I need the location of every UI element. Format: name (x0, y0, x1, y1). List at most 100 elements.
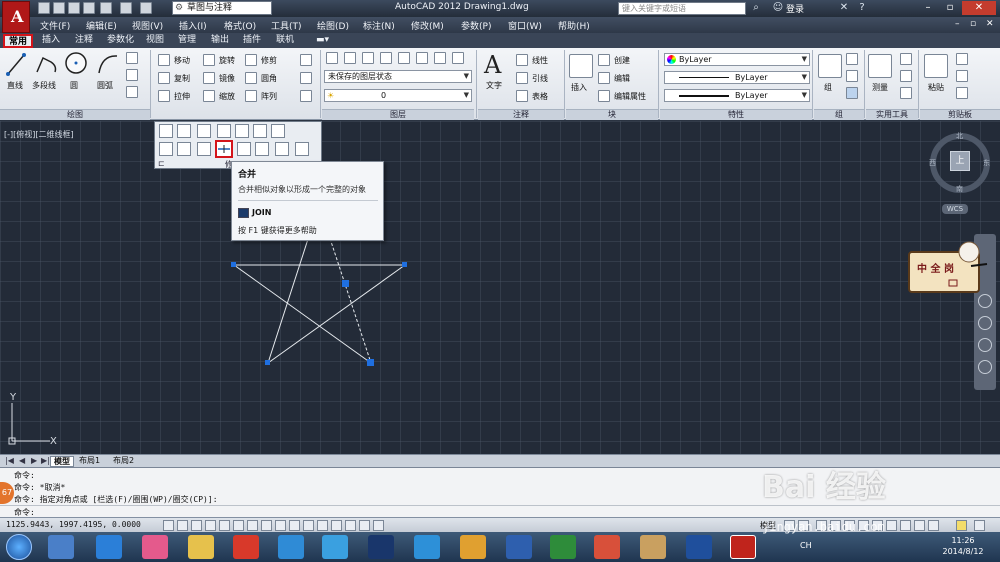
tab-view[interactable]: 视图 (142, 34, 168, 48)
cut-icon[interactable] (956, 53, 968, 65)
isolate-objects-icon[interactable] (956, 520, 967, 531)
table-label[interactable]: 表格 (532, 91, 548, 102)
paste-icon[interactable] (924, 54, 948, 78)
linetype-dropdown[interactable]: ByLayer ▼ (664, 71, 810, 84)
flyout-tool-icon[interactable] (177, 124, 191, 138)
draw-panel-title[interactable]: 绘图 (0, 109, 150, 120)
undo-icon[interactable] (120, 2, 132, 14)
sc-toggle[interactable] (345, 520, 356, 531)
tab-online[interactable]: 联机 (272, 34, 298, 48)
menu-insert[interactable]: 插入(I) (179, 19, 207, 32)
flyout-tool-icon[interactable] (275, 142, 289, 156)
match-properties-icon[interactable] (956, 87, 968, 99)
polar-toggle[interactable] (219, 520, 230, 531)
line-label[interactable]: 直线 (7, 80, 23, 91)
text-label[interactable]: 文字 (486, 80, 502, 91)
group-label[interactable]: 组 (824, 82, 832, 93)
quick-calc-icon[interactable] (900, 53, 912, 65)
coordinate-readout[interactable]: 1125.9443, 1997.4195, 0.0000 (6, 520, 141, 529)
application-menu-button[interactable]: A (2, 1, 30, 33)
copy-label[interactable]: 复制 (174, 73, 190, 84)
ungroup-icon[interactable] (846, 53, 858, 65)
menu-format[interactable]: 格式(O) (224, 19, 256, 32)
explode-icon[interactable] (300, 72, 312, 84)
drawing-canvas[interactable]: [-][俯视][二维线框] Y X (0, 121, 1000, 454)
zoom-icon[interactable] (978, 338, 992, 352)
taskbar-app-icon[interactable] (460, 535, 486, 559)
wps-icon[interactable] (686, 535, 712, 559)
trim-label[interactable]: 修剪 (261, 55, 277, 66)
am-toggle[interactable] (359, 520, 370, 531)
ducs-toggle[interactable] (275, 520, 286, 531)
flyout-tool-icon[interactable] (177, 142, 191, 156)
layers-panel-title[interactable]: 图层 (322, 109, 474, 120)
dyn-toggle[interactable] (289, 520, 300, 531)
photoshop-icon[interactable] (368, 535, 394, 559)
hardware-acceleration-icon[interactable] (928, 520, 939, 531)
minimize-button[interactable]: – (918, 1, 938, 15)
layer-icon[interactable] (452, 52, 464, 64)
compass-north[interactable]: 北 (956, 131, 963, 141)
circle-label[interactable]: 圆 (70, 80, 78, 91)
taskbar-app-icon[interactable] (278, 535, 304, 559)
hatch-icon[interactable] (126, 86, 138, 98)
save-as-icon[interactable] (83, 2, 95, 14)
leader-label[interactable]: 引线 (532, 73, 548, 84)
menu-file[interactable]: 文件(F) (40, 19, 70, 32)
rotate-label[interactable]: 旋转 (219, 55, 235, 66)
menu-parametric[interactable]: 参数(P) (461, 19, 491, 32)
notification-badge[interactable]: 67 (0, 482, 14, 504)
menu-help[interactable]: 帮助(H) (558, 19, 590, 32)
mirror-label[interactable]: 镜像 (219, 73, 235, 84)
grid-toggle[interactable] (191, 520, 202, 531)
create-label[interactable]: 创建 (614, 55, 630, 66)
menu-window[interactable]: 窗口(W) (508, 19, 542, 32)
tab-parametric[interactable]: 参数化 (103, 34, 138, 48)
insert-block-icon[interactable] (569, 54, 593, 78)
clipboard-panel-title[interactable]: 剪贴板 (920, 109, 1000, 120)
doc-minimize-button[interactable]: – (955, 19, 960, 29)
lwt-toggle[interactable] (303, 520, 314, 531)
close-button[interactable]: ✕ (962, 1, 996, 15)
login-link[interactable]: 登录 (786, 2, 804, 15)
tab-model[interactable]: 模型 (50, 456, 74, 467)
annotation-panel-title[interactable]: 注释 (478, 109, 564, 120)
flyout-tool-icon[interactable] (253, 124, 267, 138)
exchange-icon[interactable]: ✕ (838, 2, 850, 14)
layer-state-dropdown[interactable]: 未保存的图层状态 ▼ (324, 70, 472, 83)
wcs-menu[interactable]: WCS (942, 204, 968, 214)
osnap-toggle[interactable] (233, 520, 244, 531)
array-icon[interactable] (245, 90, 257, 102)
block-panel-title[interactable]: 块 (566, 109, 658, 120)
copy-clip-icon[interactable] (956, 70, 968, 82)
folder-icon[interactable] (188, 535, 214, 559)
table-icon[interactable] (516, 90, 528, 102)
flyout-tool-icon[interactable] (295, 142, 309, 156)
help-icon[interactable]: ? (856, 2, 868, 14)
input-language[interactable]: CH (800, 541, 812, 550)
utilities-panel-title[interactable]: 实用工具 (866, 109, 918, 120)
group-select-icon[interactable] (846, 87, 858, 99)
text-icon[interactable]: A (484, 51, 501, 79)
ie-icon[interactable] (96, 535, 122, 559)
ortho-toggle[interactable] (205, 520, 216, 531)
polyline-label[interactable]: 多段线 (32, 80, 56, 91)
menu-dimension[interactable]: 标注(N) (363, 19, 395, 32)
linear-label[interactable]: 线性 (532, 55, 548, 66)
compass-west[interactable]: 西 (929, 158, 936, 168)
open-file-icon[interactable] (53, 2, 65, 14)
tab-layout2[interactable]: 布局2 (110, 456, 137, 467)
compass-east[interactable]: 东 (983, 158, 990, 168)
rectangle-icon[interactable] (126, 69, 138, 81)
array-label[interactable]: 阵列 (261, 91, 277, 102)
menu-draw[interactable]: 绘图(D) (317, 19, 349, 32)
doc-close-button[interactable]: ✕ (986, 19, 994, 29)
workspace-dropdown[interactable]: ⚙ 草图与注释 (172, 1, 272, 15)
id-point-icon[interactable] (900, 70, 912, 82)
polyline-icon[interactable] (35, 52, 59, 76)
linear-dimension-icon[interactable] (516, 54, 528, 66)
compass-south[interactable]: 南 (956, 184, 963, 194)
fillet-label[interactable]: 圆角 (261, 73, 277, 84)
taskbar-app-icon[interactable] (142, 535, 168, 559)
auto-scale-icon[interactable] (886, 520, 897, 531)
